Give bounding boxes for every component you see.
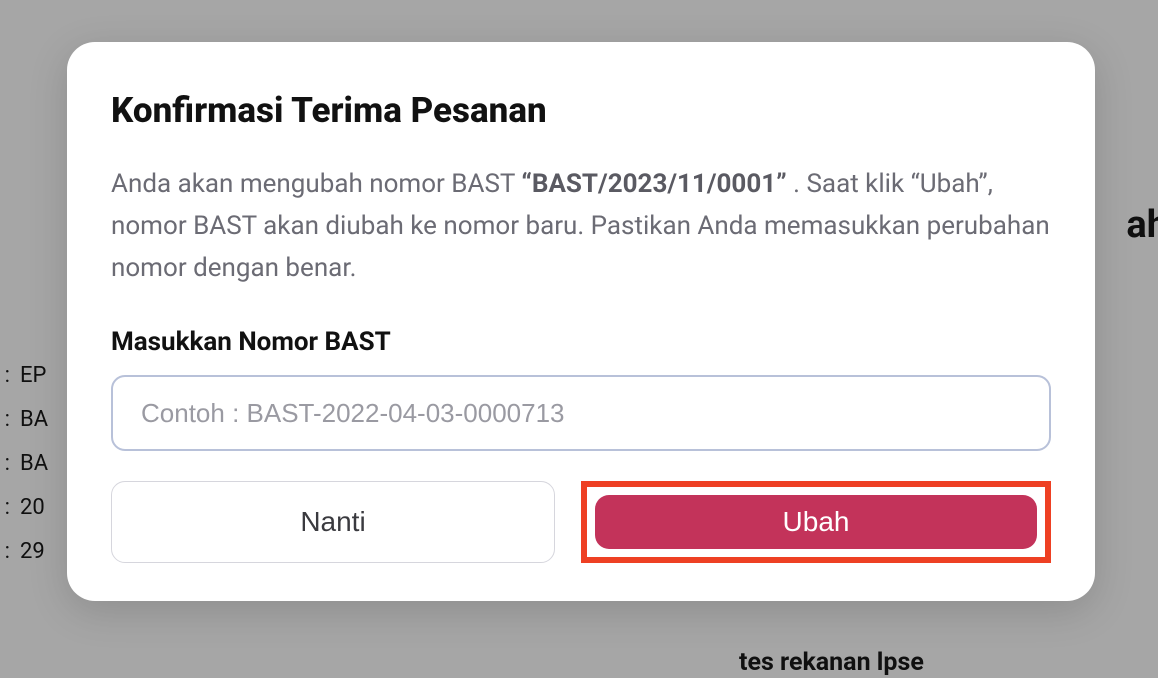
cancel-button[interactable]: Nanti: [111, 481, 555, 563]
input-label: Masukkan Nomor BAST: [111, 327, 1051, 357]
bast-number-input[interactable]: [111, 375, 1051, 451]
submit-button[interactable]: Ubah: [595, 495, 1037, 549]
primary-button-highlight: Ubah: [581, 481, 1051, 563]
confirm-modal: Konfirmasi Terima Pesanan Anda akan meng…: [67, 42, 1095, 601]
modal-actions: Nanti Ubah: [111, 481, 1051, 563]
modal-body-bold: “BAST/2023/11/0001”: [521, 169, 786, 199]
modal-title: Konfirmasi Terima Pesanan: [111, 90, 1051, 131]
modal-body-pre: Anda akan mengubah nomor BAST: [111, 169, 521, 199]
modal-body: Anda akan mengubah nomor BAST “BAST/2023…: [111, 163, 1051, 289]
